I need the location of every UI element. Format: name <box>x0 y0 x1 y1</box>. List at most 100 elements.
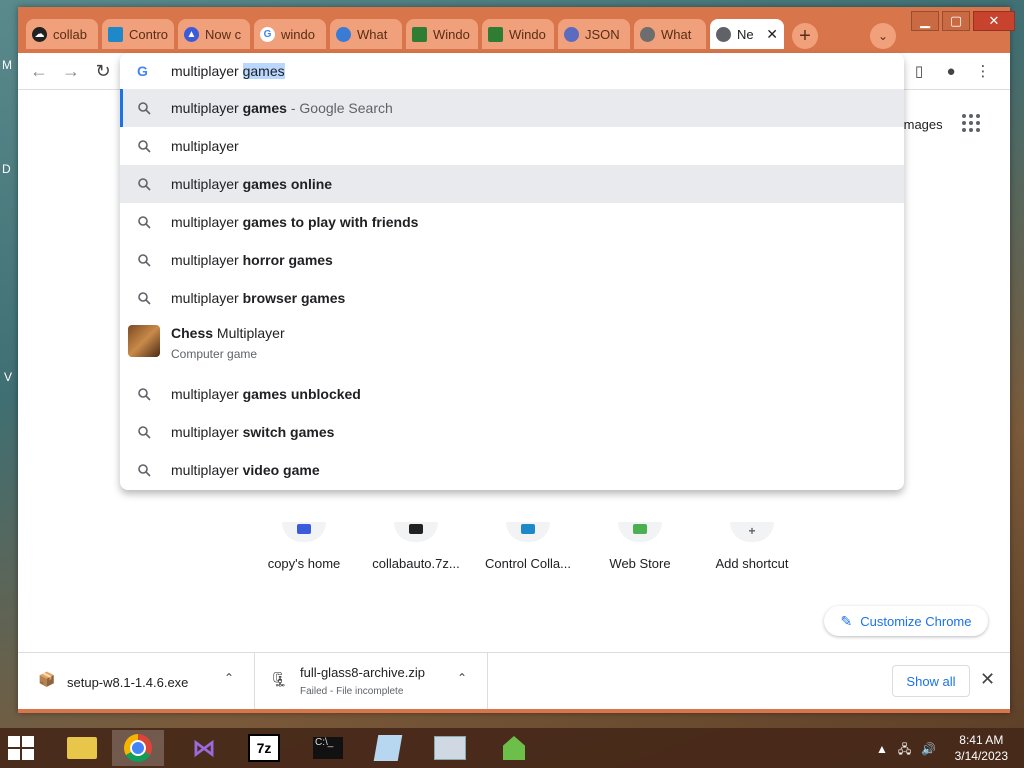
shortcut-tile[interactable]: Web Store <box>584 522 696 571</box>
minimize-button[interactable]: ▁ <box>911 11 939 31</box>
installer-icon: 📦 <box>38 671 56 687</box>
search-icon <box>138 254 151 267</box>
tab-label: windo <box>281 26 315 42</box>
tab-active[interactable]: Ne ✕ <box>710 19 784 49</box>
chrome-window: ▁ ▢ ✕ ☁ collab Contro ▲ Now c Gwindo What … <box>18 7 1015 713</box>
shortcuts: copy's home collabauto.7z... Control Col… <box>248 522 808 571</box>
shortcut-tile[interactable]: + Add shortcut <box>696 522 808 571</box>
tab-label: Contro <box>129 26 169 42</box>
system-tray-icons[interactable]: ▲ 🖧 🔊 <box>876 740 936 761</box>
chevron-up-icon[interactable]: ⌃ <box>224 671 234 685</box>
suggestion-bold: games online <box>242 176 333 192</box>
notepad-icon[interactable] <box>362 730 414 766</box>
suggestion-bold: games <box>242 100 287 116</box>
entity-subtitle: Computer game <box>171 347 258 361</box>
suggestion-text: multiplayer <box>171 100 243 116</box>
suggestion-row[interactable]: multiplayer games online <box>120 165 904 203</box>
globe-icon <box>336 26 351 42</box>
file-explorer-icon[interactable] <box>56 730 108 766</box>
chrome-icon[interactable] <box>112 730 164 766</box>
tab-search-button[interactable]: ⌄ <box>870 23 896 49</box>
back-arrow-icon[interactable]: ← <box>28 61 50 81</box>
app-icon[interactable] <box>488 730 540 766</box>
chevron-up-icon[interactable]: ⌃ <box>457 671 467 685</box>
download-filename: setup-w8.1-1.4.6.exe <box>67 675 189 690</box>
forward-arrow-icon[interactable]: → <box>60 61 82 81</box>
profile-icon[interactable]: ● <box>940 61 962 81</box>
suggestion-row[interactable]: multiplayer <box>120 127 904 165</box>
tab[interactable]: Windo <box>482 19 554 49</box>
omnibox-dropdown: G multiplayer games multiplayer games - … <box>120 53 904 490</box>
suggestion-text: multiplayer <box>171 176 243 192</box>
visual-studio-icon[interactable]: ⋈ <box>178 730 230 766</box>
close-window-button[interactable]: ✕ <box>973 11 1015 31</box>
close-download-bar-icon[interactable]: ✕ <box>980 669 995 690</box>
suggestion-row[interactable]: multiplayer games to play with friends <box>120 203 904 241</box>
selection-indicator <box>120 89 123 127</box>
tab[interactable]: ☁ collab <box>26 19 98 49</box>
omnibox-text[interactable]: multiplayer games <box>171 63 285 79</box>
new-tab-button[interactable]: + <box>792 23 818 49</box>
tab[interactable]: What <box>330 19 402 49</box>
download-filename: full-glass8-archive.zip <box>300 665 425 680</box>
grid-icon <box>488 26 503 42</box>
tab-label: Windo <box>509 26 546 42</box>
suggestion-row[interactable]: multiplayer switch games <box>120 413 904 451</box>
google-icon: G <box>137 63 148 79</box>
windows-start-icon[interactable] <box>8 736 36 760</box>
download-item[interactable]: 📦 setup-w8.1-1.4.6.exe ⌃ <box>18 653 255 709</box>
maximize-button[interactable]: ▢ <box>942 11 970 31</box>
shortcut-label: Web Store <box>609 556 671 571</box>
globe-icon <box>640 26 655 42</box>
7zip-icon[interactable]: 7z <box>238 730 290 766</box>
tab-label: What <box>357 26 388 42</box>
clock[interactable]: 8:41 AM 3/14/2023 <box>955 732 1008 764</box>
search-icon <box>138 102 151 115</box>
shortcut-label: copy's home <box>267 556 341 571</box>
shortcut-tile[interactable]: copy's home <box>248 522 360 571</box>
tab[interactable]: Contro <box>102 19 174 49</box>
download-item[interactable]: 🗜 full-glass8-archive.zip Failed - File … <box>254 653 488 709</box>
zip-icon: 🗜 <box>270 671 288 687</box>
autocomplete-text: games <box>242 63 285 79</box>
search-icon <box>138 292 151 305</box>
suggestion-text: multiplayer <box>171 462 243 478</box>
show-all-button[interactable]: Show all <box>892 665 970 697</box>
pencil-icon: ✎ <box>840 612 853 629</box>
tab-label: JSON <box>585 26 620 42</box>
suggestion-text: multiplayer <box>171 424 243 440</box>
tab[interactable]: ▲ Now c <box>178 19 250 49</box>
entity-title-bold: Chess <box>171 325 214 341</box>
side-panel-icon[interactable]: ▯ <box>908 61 930 81</box>
tab-strip: ☁ collab Contro ▲ Now c Gwindo What Windo … <box>26 19 788 49</box>
suggestion-row[interactable]: multiplayer video game <box>120 451 904 489</box>
suggestion-text: multiplayer <box>171 252 243 268</box>
tab-label: Ne <box>737 26 754 42</box>
images-link[interactable]: Images <box>900 117 943 132</box>
entity-suggestion[interactable]: Chess Multiplayer Computer game <box>120 317 904 369</box>
suggestion-row[interactable]: multiplayer horror games <box>120 241 904 279</box>
shortcut-tile[interactable]: collabauto.7z... <box>360 522 472 571</box>
apps-grid-icon[interactable] <box>962 114 980 132</box>
control-panel-icon[interactable] <box>424 730 476 766</box>
clock-time: 8:41 AM <box>959 733 1004 747</box>
suggestion-row[interactable]: multiplayer games unblocked <box>120 375 904 413</box>
cmd-icon[interactable]: C:\_ <box>302 730 354 766</box>
customize-chrome-button[interactable]: ✎ Customize Chrome <box>824 606 988 636</box>
tab[interactable]: JSON <box>558 19 630 49</box>
grid-icon <box>412 26 427 42</box>
suggestion-row[interactable]: multiplayer games - Google Search <box>120 89 904 127</box>
menu-icon[interactable]: ⋮ <box>972 61 994 81</box>
reload-icon[interactable]: ↻ <box>92 61 114 81</box>
close-tab-icon[interactable]: ✕ <box>766 26 778 43</box>
tab[interactable]: Gwindo <box>254 19 326 49</box>
shortcut-label: Control Colla... <box>485 556 571 571</box>
suggestion-text: multiplayer <box>171 138 239 154</box>
tab[interactable]: What <box>634 19 706 49</box>
suggestion-text: multiplayer <box>171 214 243 230</box>
customize-label: Customize Chrome <box>860 613 972 629</box>
shortcut-tile[interactable]: Control Colla... <box>472 522 584 571</box>
tab[interactable]: Windo <box>406 19 478 49</box>
address-bar[interactable]: G multiplayer games <box>120 53 904 89</box>
suggestion-row[interactable]: multiplayer browser games <box>120 279 904 317</box>
